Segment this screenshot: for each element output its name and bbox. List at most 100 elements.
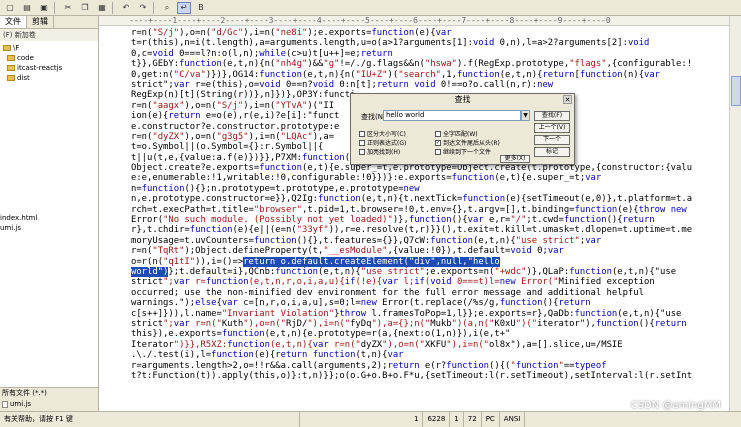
code-line[interactable]: o=r(n("q1tI")),i=()=>return o.default.cr…: [99, 256, 741, 267]
toolbar-separator: [112, 1, 113, 14]
code-line[interactable]: occurred; use the non-minified dev envir…: [99, 288, 741, 298]
file-filter-select[interactable]: 所有文件 (*.*): [0, 388, 98, 399]
find-input[interactable]: hello world: [383, 110, 521, 121]
cut-icon[interactable]: ✂: [61, 2, 75, 14]
file-name: index.html: [0, 214, 38, 222]
code-line[interactable]: r},t.chdir=function(e){e||(e=n("33yf")),…: [99, 225, 741, 235]
option-highlight[interactable]: 加亮找到(H): [359, 147, 400, 156]
checkbox-icon: [359, 148, 365, 155]
more-button[interactable]: 更多(X): [500, 155, 530, 163]
copy-icon[interactable]: ❐: [78, 2, 92, 14]
tree-item[interactable]: \F: [3, 43, 98, 53]
watermark: CSDN @amingMM: [630, 400, 721, 411]
vertical-scrollbar[interactable]: [729, 16, 741, 411]
find-next-button[interactable]: 下一个: [534, 135, 570, 145]
code-line[interactable]: Iterator")}},R5XZ:function(e,t,n){var r=…: [99, 340, 741, 350]
option-wrap-around[interactable]: ✓ 到达文件尾后从头(R): [435, 138, 500, 147]
tab-files[interactable]: 文件: [0, 16, 27, 28]
status-line: 1: [410, 412, 424, 427]
find-prev-button[interactable]: 上一个(V): [534, 123, 570, 133]
folder-icon: [7, 55, 15, 61]
folder-icon: [7, 75, 15, 81]
toolbar-separator: [54, 1, 55, 14]
option-label: 加亮找到(H): [367, 149, 401, 156]
tree-item[interactable]: dist: [3, 73, 98, 83]
paste-icon[interactable]: ▦: [95, 2, 109, 14]
checkbox-icon: [435, 130, 441, 137]
tab-clips[interactable]: 剪辑: [27, 16, 54, 28]
redo-icon[interactable]: ↷: [136, 2, 150, 14]
code-line[interactable]: t?t:Function(t)).apply(this,o)}:t,n)}};o…: [99, 371, 741, 381]
code-line[interactable]: strict";var r=function(e,t,n,r,o,i,a,u){…: [99, 277, 741, 287]
scrollbar-thumb[interactable]: [731, 76, 741, 106]
code-line[interactable]: r=n("S/j"),o=n("d/Gc"),i=n("ne8i");e.exp…: [99, 28, 741, 38]
code-line[interactable]: strict";var r=e(this),o=void 0==n?void 0…: [99, 80, 741, 90]
option-label: 到达文件尾后从头(R): [443, 140, 500, 147]
option-label: 区分大小写(C): [367, 131, 406, 138]
code-editor[interactable]: ----+----1----+----2----+----3----+----4…: [99, 16, 741, 411]
code-line[interactable]: 0,c=void 0===l?n:o(l,n);while(c>u)t[u++]…: [99, 49, 741, 59]
selected-text[interactable]: return o.default.createElement("div",nul…: [243, 256, 500, 267]
code-line[interactable]: Error("No such module. (Possibly not yet…: [99, 215, 741, 225]
code-line[interactable]: r=arguments.length>2,o=!!r&&a.call(argum…: [99, 361, 741, 371]
dialog-title: 查找: [454, 95, 471, 104]
tree-item[interactable]: itcast-reactjs: [3, 63, 98, 73]
code-line[interactable]: rch=t.execPath=t.title="browser",t.pid=1…: [99, 205, 741, 215]
code-line[interactable]: c[s++]})),l.name="Invariant Violation"}t…: [99, 309, 741, 319]
toolbar-separator: [153, 1, 154, 14]
tree-item-label: code: [17, 54, 34, 62]
status-insert: 72: [464, 412, 482, 427]
option-label: 全字匹配(W): [443, 131, 478, 138]
status-bar: 有关帮助，请按 F1 键 1 6228 1 72 PC ANSI: [0, 411, 741, 427]
code-line[interactable]: n,e.prototype.constructor=e}},Q2Ig:funct…: [99, 194, 741, 204]
code-line[interactable]: .\./.test(i),l=function(e){return functi…: [99, 350, 741, 360]
save-icon[interactable]: ▣: [37, 2, 51, 14]
checkbox-checked-icon: ✓: [435, 139, 441, 146]
tree-item-label: itcast-reactjs: [17, 64, 63, 72]
code-area[interactable]: r=n("S/j"),o=n("d/Gc"),i=n("ne8i");e.exp…: [99, 28, 741, 381]
option-label: 继续到下一个文件: [443, 149, 492, 156]
file-list-item[interactable]: umi.js: [0, 223, 98, 233]
option-match-case[interactable]: 区分大小写(C): [359, 129, 406, 138]
option-next-file[interactable]: 继续到下一个文件: [435, 147, 491, 156]
code-line[interactable]: world")};t.default=i},QCnb:function(e,t,…: [99, 266, 741, 277]
bold-icon[interactable]: B: [194, 2, 208, 14]
new-icon[interactable]: ▢: [3, 2, 17, 14]
chevron-down-icon[interactable]: ▼: [521, 110, 530, 121]
code-line[interactable]: 0,get:n("C/va")})},OG14:function(e,t,n){…: [99, 70, 741, 80]
left-panel-footer: 所有文件 (*.*) umi.js: [0, 387, 98, 411]
find-button[interactable]: 查找(F): [534, 111, 570, 121]
wrap-icon[interactable]: ↵: [177, 1, 191, 14]
close-icon[interactable]: ✕: [563, 95, 572, 104]
selected-text[interactable]: world"): [131, 266, 169, 277]
code-line[interactable]: e:e,enumerable:!1,writable:!0,configurab…: [99, 173, 741, 183]
code-line[interactable]: r=n("TqRt");Object.defineProperty(t,"__e…: [99, 246, 741, 256]
current-file-label: umi.js: [10, 400, 32, 408]
option-whole-word[interactable]: 全字匹配(W): [435, 129, 478, 138]
code-line[interactable]: warnings.");else{var c=[n,r,o,i,a,u],s=0…: [99, 298, 741, 308]
folder-tree: \F code itcast-reactjs dist: [0, 41, 98, 83]
tree-item[interactable]: code: [3, 53, 98, 63]
mark-button[interactable]: 标记: [534, 147, 570, 157]
find-icon[interactable]: ⌕: [160, 2, 174, 14]
code-line[interactable]: moryUsage=t.uvCounters=function(){},t.fe…: [99, 236, 741, 246]
code-line[interactable]: this}),e.exports=function(e,t,n){e.proto…: [99, 329, 741, 339]
code-line[interactable]: t}},GEbY:function(e,t,n){n("nh4g")&&"g"!…: [99, 59, 741, 69]
undo-icon[interactable]: ↶: [119, 2, 133, 14]
status-help: 有关帮助，请按 F1 键: [0, 412, 300, 427]
code-line[interactable]: strict";var r=n("Kuth"),o=n("RjD/"),i=n(…: [99, 319, 741, 329]
file-list: index.html umi.js: [0, 213, 98, 233]
checkbox-icon: [359, 139, 365, 146]
file-list-item[interactable]: index.html: [0, 213, 98, 223]
tree-item-label: dist: [17, 74, 30, 82]
status-col: 6228: [423, 412, 451, 427]
code-line[interactable]: t=r(this),n=i(t.length),a=arguments.leng…: [99, 38, 741, 48]
tree-item-label: \F: [13, 44, 20, 52]
toolbar: ▢ ▤ ▣ ✂ ❐ ▦ ↶ ↷ ⌕ ↵ B: [0, 0, 741, 16]
code-line[interactable]: n=function(){};n.prototype=t.prototype,e…: [99, 184, 741, 194]
option-regex[interactable]: 正则表达式(G): [359, 138, 406, 147]
open-icon[interactable]: ▤: [20, 2, 34, 14]
drive-selector[interactable]: (F) 新加卷: [0, 29, 98, 41]
file-icon: [2, 401, 8, 408]
current-file[interactable]: umi.js: [0, 399, 98, 410]
